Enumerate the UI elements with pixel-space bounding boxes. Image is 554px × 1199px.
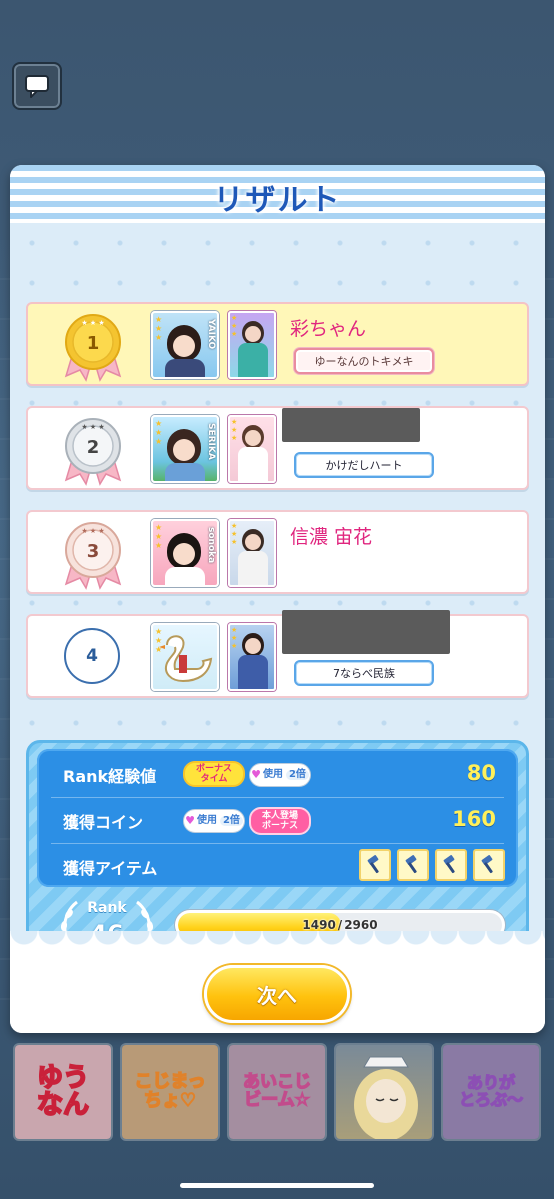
member-card: ★ ★ ★ — [228, 623, 276, 691]
player-avatar: ★ ★ ★ — [151, 623, 219, 691]
avatar-name-vertical: SERIKA — [206, 423, 216, 460]
rank-exp-label: Rank経験値 — [63, 767, 157, 786]
divider — [51, 797, 504, 798]
stamp-text: あいこじ ビーム☆ — [229, 1045, 325, 1139]
heart-icon: ♥ — [251, 768, 261, 781]
player-avatar: ★ ★ ★ YAIKO — [151, 311, 219, 379]
use-2x-badge: ♥ 使用 2倍 — [183, 809, 245, 833]
player-avatar: ★ ★ ★ sonoka — [151, 519, 219, 587]
heart-icon: ♥ — [185, 814, 195, 827]
hammer-icon — [405, 855, 417, 874]
chat-button[interactable] — [12, 62, 62, 110]
item-hammer-2 — [397, 849, 429, 881]
bronze-medal-icon: 3 ★ ★ ★ — [64, 522, 122, 590]
result-row-2[interactable]: 2 ★ ★ ★ ★ ★ ★ SERIKA ★ ★ ★ かけだしハート — [26, 406, 529, 490]
rarity-stars: ★ ★ ★ — [155, 523, 163, 550]
rarity-stars: ★ ★ ★ — [155, 419, 163, 446]
use-2x-badge: ♥ 使用 2倍 — [249, 763, 311, 787]
stamp-text: ゆう なん — [15, 1045, 111, 1139]
stamp-kojimaccho[interactable]: こじまっ ちょ♡ — [120, 1043, 220, 1141]
svg-text:★ ★ ★: ★ ★ ★ — [81, 423, 104, 431]
rarity-stars: ★ ★ ★ — [155, 627, 163, 654]
stamp-arigatorobu[interactable]: ありが とろぶ～ — [441, 1043, 541, 1141]
bonus-time-badge: ボーナス タイム — [183, 761, 245, 787]
player-title-badge: 7ならべ民族 — [294, 660, 434, 686]
rank-number: 3 — [87, 541, 100, 562]
item-hammer-3 — [435, 849, 467, 881]
member-appearance-bonus-badge: 本人登場 ボーナス — [249, 807, 311, 835]
modal-body: 1 ★ ★ ★ ★★★ YAIKO ★★★ 彩ちゃん ゆーなんのトキメキ — [10, 223, 545, 983]
avatar-name-vertical: YAIKO — [206, 319, 216, 350]
coins-value: 160 — [452, 807, 496, 831]
stamp-text: こじまっ ちょ♡ — [122, 1045, 218, 1139]
hammer-icon — [481, 855, 493, 874]
stamp-text: ありが とろぶ～ — [443, 1045, 539, 1139]
rank-number: 4 — [64, 628, 120, 684]
stamp-bar: ゆう なん こじまっ ちょ♡ あいこじ ビーム☆ ありが とろぶ～ — [10, 1043, 544, 1145]
result-row-1[interactable]: 1 ★ ★ ★ ★ ★ ★ YAIKO ★ ★ ★ 彩ちゃん ゆーなんのトキメキ — [26, 302, 529, 386]
next-button[interactable]: 次へ — [204, 965, 350, 1023]
rank-exp-value: 80 — [466, 761, 496, 785]
member-card: ★ ★ ★ — [228, 311, 276, 379]
rank-label: Rank — [87, 900, 127, 916]
divider — [51, 843, 504, 844]
member-card: ★ ★ ★ — [228, 519, 276, 587]
redacted-player-name — [282, 408, 420, 442]
hammer-icon — [443, 855, 455, 874]
member-card: ★ ★ ★ — [228, 415, 276, 483]
player-name: 信濃 宙花 — [290, 526, 373, 548]
player-title-badge: かけだしハート — [294, 452, 434, 478]
modal-title: リザルト — [213, 183, 342, 218]
item-hammer-4 — [473, 849, 505, 881]
rank-number: 2 — [87, 437, 100, 458]
avatar-name-vertical: sonoka — [206, 527, 216, 564]
items-label: 獲得アイテム — [63, 859, 158, 878]
result-row-3[interactable]: 3 ★ ★ ★ ★ ★ ★ sonoka ★ ★ ★ 信濃 宙花 — [26, 510, 529, 594]
hammer-icon — [367, 855, 379, 874]
character-illustration-icon — [354, 1056, 418, 1139]
svg-text:★ ★ ★: ★ ★ ★ — [81, 319, 104, 327]
silver-medal-icon: 2 ★ ★ ★ — [64, 418, 122, 486]
player-title-badge: ゆーなんのトキメキ — [294, 348, 434, 374]
coins-label: 獲得コイン — [63, 813, 144, 832]
result-row-4[interactable]: 4 ★ ★ ★ ★ ★ ★ 7ならべ民族 — [26, 610, 529, 698]
stamp-aikoji-beam[interactable]: あいこじ ビーム☆ — [227, 1043, 327, 1141]
rarity-stars: ★ ★ ★ — [155, 315, 163, 342]
stamp-character[interactable] — [334, 1043, 434, 1141]
rank-number: 1 — [87, 333, 100, 354]
result-modal: リザルト 1 ★ ★ ★ ★ ★ ★ YAIKO ★ ★ ★ 彩ちゃん ゆーなん… — [10, 165, 545, 1033]
player-avatar: ★ ★ ★ SERIKA — [151, 415, 219, 483]
chat-bubble-icon — [25, 75, 49, 98]
gold-medal-icon: 1 ★ ★ ★ — [64, 314, 122, 382]
redacted-player-name — [282, 610, 450, 654]
home-indicator[interactable] — [180, 1183, 374, 1188]
stamp-yuunan[interactable]: ゆう なん — [13, 1043, 113, 1141]
item-hammer-1 — [359, 849, 391, 881]
svg-text:★ ★ ★: ★ ★ ★ — [81, 527, 104, 535]
player-name: 彩ちゃん — [290, 318, 367, 340]
